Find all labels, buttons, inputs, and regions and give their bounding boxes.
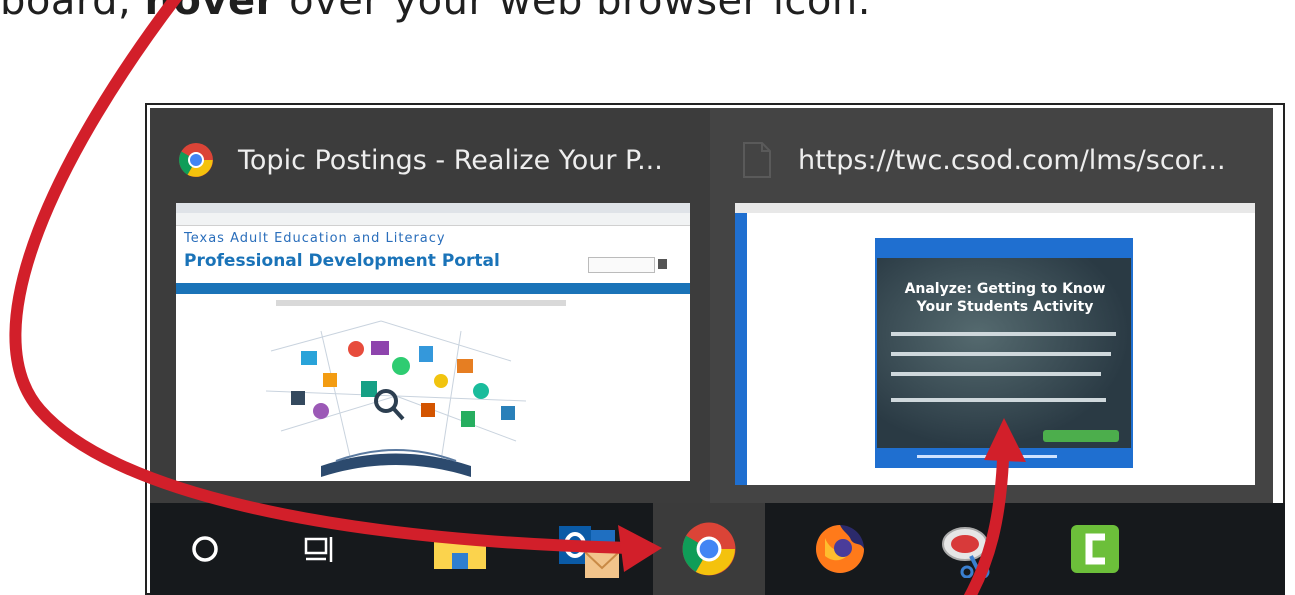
preview-title: https://twc.csod.com/lms/scor...	[798, 144, 1226, 176]
blank-page-icon	[743, 142, 771, 178]
preview-thumbnail-course[interactable]: Analyze: Getting to Know Your Students A…	[735, 203, 1255, 485]
instruction-text: board, hover over your web browser icon.	[0, 0, 871, 24]
chrome-icon	[179, 143, 213, 177]
instruction-prefix: board,	[0, 0, 132, 24]
preview-tile-csod-course[interactable]: https://twc.csod.com/lms/scor... Analyze…	[710, 108, 1273, 503]
portal-search-box[interactable]	[588, 257, 655, 273]
preview-title: Topic Postings - Realize Your P...	[238, 144, 663, 176]
firefox-button[interactable]	[800, 503, 880, 595]
instruction-suffix: over your web browser icon.	[289, 0, 871, 24]
taskbar-preview-panel: Topic Postings - Realize Your P... Texas…	[150, 108, 1273, 503]
chrome-icon	[682, 522, 736, 576]
preview-tile-topic-postings[interactable]: Topic Postings - Realize Your P... Texas…	[150, 108, 710, 503]
task-view-icon	[304, 537, 333, 562]
taskbar	[150, 503, 1285, 595]
file-explorer-button[interactable]	[420, 503, 500, 595]
outlook-icon	[559, 526, 620, 578]
portal-search-icon[interactable]	[658, 259, 667, 269]
cortana-icon	[192, 536, 218, 562]
camtasia-button[interactable]	[1055, 503, 1135, 595]
snipping-tool-icon	[942, 527, 990, 578]
portal-nav-bar[interactable]	[176, 283, 690, 294]
firefox-icon	[816, 525, 864, 573]
task-view-button[interactable]	[285, 503, 355, 595]
portal-heading-large: Professional Development Portal	[184, 251, 500, 271]
player-progress[interactable]	[917, 455, 1057, 458]
continue-button[interactable]	[1043, 430, 1119, 442]
snipping-tool-button[interactable]	[928, 503, 1008, 595]
camtasia-icon	[1071, 525, 1119, 573]
slide-title: Analyze: Getting to Know Your Students A…	[904, 281, 1106, 315]
chrome-taskbar-button[interactable]	[653, 503, 765, 595]
portal-heading-small: Texas Adult Education and Literacy	[184, 231, 446, 246]
file-explorer-icon	[434, 533, 486, 569]
cortana-button[interactable]	[170, 503, 240, 595]
instruction-emphasis: hover	[144, 0, 276, 24]
course-player[interactable]: Analyze: Getting to Know Your Students A…	[875, 238, 1133, 468]
outlook-button[interactable]	[548, 503, 628, 595]
education-illustration	[265, 320, 527, 477]
preview-thumbnail-portal[interactable]: Texas Adult Education and Literacy Profe…	[176, 203, 690, 481]
